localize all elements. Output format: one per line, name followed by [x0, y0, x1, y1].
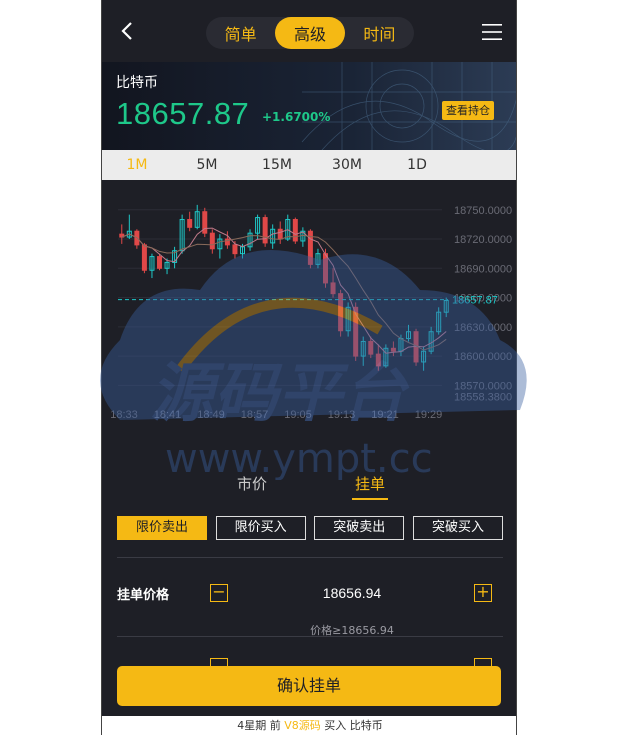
candle-body — [292, 219, 298, 242]
limit-sell-button[interactable]: 限价卖出 — [117, 516, 207, 540]
timeframe-1d[interactable]: 1D — [382, 150, 452, 180]
order-type-selector: 限价卖出 限价买入 突破卖出 突破买入 — [117, 516, 503, 540]
coin-name: 比特币 — [116, 75, 158, 91]
candle-body — [209, 232, 215, 250]
timeframe-5m[interactable]: 5M — [172, 150, 242, 180]
menu-icon[interactable] — [482, 23, 502, 41]
moving-average-line — [121, 227, 447, 354]
ticker-banner: 比特币 18657.87 +1.6700% 查看持仓 — [102, 62, 516, 150]
mode-advanced[interactable]: 高级 — [275, 17, 345, 49]
activity-action: 买入 比特币 — [324, 719, 383, 732]
pending-price-value[interactable]: 18656.94 — [262, 585, 442, 601]
y-tick-label: 18690.0000 — [454, 263, 512, 275]
candle-body — [368, 340, 374, 355]
candle-body — [232, 244, 238, 255]
last-price-label: 18657.87 — [452, 295, 498, 307]
activity-ticker: 4星期 前 V8源码 买入 比特币 — [102, 716, 516, 735]
tab-pending-order[interactable]: 挂单 — [352, 470, 388, 500]
candle-body — [323, 253, 328, 284]
candle-body — [338, 293, 344, 332]
view-holdings-button[interactable]: 查看持仓 — [442, 101, 494, 120]
mode-switcher: 简单 高级 时间 — [206, 17, 414, 49]
price-increase-button[interactable]: + — [474, 584, 492, 602]
y-tick-label: 18600.0000 — [454, 351, 512, 363]
price-decrease-button[interactable]: − — [210, 584, 228, 602]
candle-body — [277, 228, 283, 240]
x-tick-label: 19:05 — [284, 409, 312, 421]
confirm-order-button[interactable]: 确认挂单 — [117, 666, 501, 706]
pending-price-label: 挂单价格 — [117, 588, 170, 603]
y-tick-label: 18720.0000 — [454, 234, 512, 246]
price-change: +1.6700% — [262, 110, 331, 124]
x-tick-label: 18:49 — [197, 409, 225, 421]
mode-time[interactable]: 时间 — [345, 17, 414, 49]
order-tabs: 市价 挂单 — [202, 470, 418, 500]
activity-time: 4星期 前 — [237, 719, 281, 732]
y-tick-label: 18630.0000 — [454, 322, 512, 334]
back-arrow-icon[interactable] — [118, 20, 138, 42]
x-tick-label: 19:29 — [415, 409, 443, 421]
x-tick-label: 19:13 — [328, 409, 356, 421]
limit-buy-button[interactable]: 限价买入 — [215, 516, 306, 540]
candle-body — [187, 219, 193, 228]
candle-body — [390, 347, 396, 352]
candle-body — [157, 256, 162, 269]
top-bar: 简单 高级 时间 — [102, 0, 516, 62]
y-tick-label: 18750.0000 — [454, 205, 512, 217]
candlestick-chart[interactable]: 18750.0000 18720.0000 18690.0000 18660.0000… — [102, 180, 516, 430]
y-tick-label: 18570.0000 — [454, 380, 512, 392]
timeframe-1m[interactable]: 1M — [102, 150, 172, 180]
phone-screen: 简单 高级 时间 比特币 18657.87 +1.6700% 查看持仓 1M 5… — [101, 0, 517, 735]
current-price: 18657.87 — [116, 96, 250, 131]
x-tick-label: 18:41 — [154, 409, 182, 421]
x-tick-label: 18:57 — [241, 409, 269, 421]
divider — [117, 557, 503, 558]
timeframe-15m[interactable]: 15M — [242, 150, 312, 180]
breakout-buy-button[interactable]: 突破买入 — [412, 516, 503, 540]
tab-market-price[interactable]: 市价 — [202, 470, 302, 500]
mode-simple[interactable]: 简单 — [206, 17, 275, 49]
x-tick-label: 19:21 — [371, 409, 399, 421]
breakout-sell-button[interactable]: 突破卖出 — [314, 516, 405, 540]
y-tick-label: 18558.3800 — [454, 392, 512, 404]
activity-user: V8源码 — [284, 719, 321, 732]
chart-canvas: 18750.000018720.000018690.000018660.0000… — [110, 205, 512, 421]
candle-body — [330, 282, 336, 295]
candle-body — [141, 244, 147, 271]
timeframe-bar: 1M 5M 15M 30M 1D — [102, 150, 516, 180]
x-tick-label: 18:33 — [110, 409, 138, 421]
moving-average-line — [121, 233, 447, 351]
divider — [117, 636, 503, 637]
timeframe-30m[interactable]: 30M — [312, 150, 382, 180]
candle-body — [375, 353, 381, 367]
